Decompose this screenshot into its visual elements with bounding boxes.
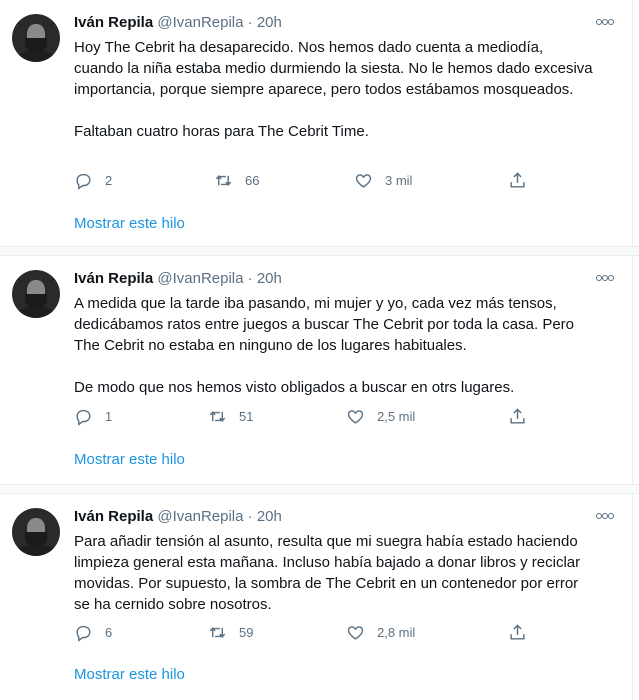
tweet-paragraph: Para añadir tensión al asunto, resulta q… (74, 533, 581, 613)
share-button[interactable] (508, 621, 527, 643)
avatar[interactable] (12, 508, 60, 556)
like-button[interactable]: 2,5 mil (346, 405, 415, 427)
author-handle[interactable]: @IvanRepila (157, 270, 243, 287)
author-name[interactable]: Iván Repila (74, 508, 153, 525)
reply-button[interactable]: 1 (74, 405, 112, 427)
share-button[interactable] (508, 405, 527, 427)
retweet-button[interactable]: 66 (214, 169, 259, 191)
tweet-paragraph: Faltaban cuatro horas para The Cebrit Ti… (74, 123, 369, 140)
retweet-button[interactable]: 51 (208, 405, 253, 427)
separator-dot: · (247, 270, 253, 287)
tweet-text: Para añadir tensión al asunto, resulta q… (74, 531, 594, 615)
retweet-count: 51 (239, 408, 254, 424)
show-thread-link[interactable]: Mostrar este hilo (74, 451, 185, 468)
timestamp[interactable]: 20h (257, 270, 282, 287)
like-icon (347, 625, 364, 640)
tweet-separator (0, 484, 639, 494)
author-handle[interactable]: @IvanRepila (157, 14, 243, 31)
author-handle[interactable]: @IvanRepila (157, 508, 243, 525)
tweet-header: Iván Repila @IvanRepila · 20h (74, 508, 282, 528)
more-icon[interactable] (596, 275, 614, 281)
tweet-feed: Iván Repila @IvanRepila · 20h Hoy The Ce… (0, 0, 639, 700)
show-thread-link[interactable]: Mostrar este hilo (74, 215, 185, 232)
tweet[interactable]: Iván Repila @IvanRepila · 20h A medida q… (0, 256, 633, 484)
share-icon (510, 623, 525, 640)
author-name[interactable]: Iván Repila (74, 14, 153, 31)
tweet-text: A medida que la tarde iba pasando, mi mu… (74, 293, 594, 398)
tweet-paragraph: Hoy The Cebrit ha desaparecido. Nos hemo… (74, 39, 593, 98)
tweet-header: Iván Repila @IvanRepila · 20h (74, 14, 282, 34)
timestamp[interactable]: 20h (257, 14, 282, 31)
retweet-count: 59 (239, 624, 254, 640)
tweet-separator (0, 246, 639, 256)
retweet-icon (209, 410, 226, 422)
tweet-actions: 2 66 3 mil (74, 169, 534, 191)
tweet-paragraph: De modo que nos hemos visto obligados a … (74, 379, 515, 396)
tweet[interactable]: Iván Repila @IvanRepila · 20h Hoy The Ce… (0, 0, 633, 246)
like-count: 2,8 mil (377, 624, 416, 640)
tweet-paragraph: A medida que la tarde iba pasando, mi mu… (74, 295, 575, 354)
avatar[interactable] (12, 270, 60, 318)
tweet-text: Hoy The Cebrit ha desaparecido. Nos hemo… (74, 37, 594, 142)
retweet-count: 66 (245, 172, 260, 188)
share-icon (510, 171, 525, 188)
like-button[interactable]: 2,8 mil (346, 621, 415, 643)
tweet-header: Iván Repila @IvanRepila · 20h (74, 270, 282, 290)
retweet-icon (209, 626, 226, 638)
tweet-actions: 1 51 2,5 mil (74, 405, 534, 427)
reply-count: 1 (105, 408, 113, 424)
retweet-button[interactable]: 59 (208, 621, 253, 643)
share-icon (510, 407, 525, 424)
more-icon[interactable] (596, 19, 614, 25)
reply-count: 2 (105, 172, 113, 188)
like-count: 3 mil (385, 172, 413, 188)
reply-icon (76, 625, 91, 642)
reply-icon (76, 409, 91, 426)
reply-button[interactable]: 6 (74, 621, 112, 643)
like-icon (347, 409, 364, 424)
show-thread-link[interactable]: Mostrar este hilo (74, 666, 185, 683)
author-name[interactable]: Iván Repila (74, 270, 153, 287)
avatar[interactable] (12, 14, 60, 62)
like-icon (355, 173, 372, 188)
reply-button[interactable]: 2 (74, 169, 112, 191)
reply-count: 6 (105, 624, 113, 640)
more-icon[interactable] (596, 513, 614, 519)
separator-dot: · (247, 508, 253, 525)
like-count: 2,5 mil (377, 408, 416, 424)
separator-dot: · (247, 14, 253, 31)
timestamp[interactable]: 20h (257, 508, 282, 525)
retweet-icon (215, 174, 232, 186)
reply-icon (76, 173, 91, 190)
tweet[interactable]: Iván Repila @IvanRepila · 20h Para añadi… (0, 494, 633, 700)
like-button[interactable]: 3 mil (354, 169, 412, 191)
tweet-actions: 6 59 2,8 mil (74, 621, 534, 643)
share-button[interactable] (508, 169, 527, 191)
